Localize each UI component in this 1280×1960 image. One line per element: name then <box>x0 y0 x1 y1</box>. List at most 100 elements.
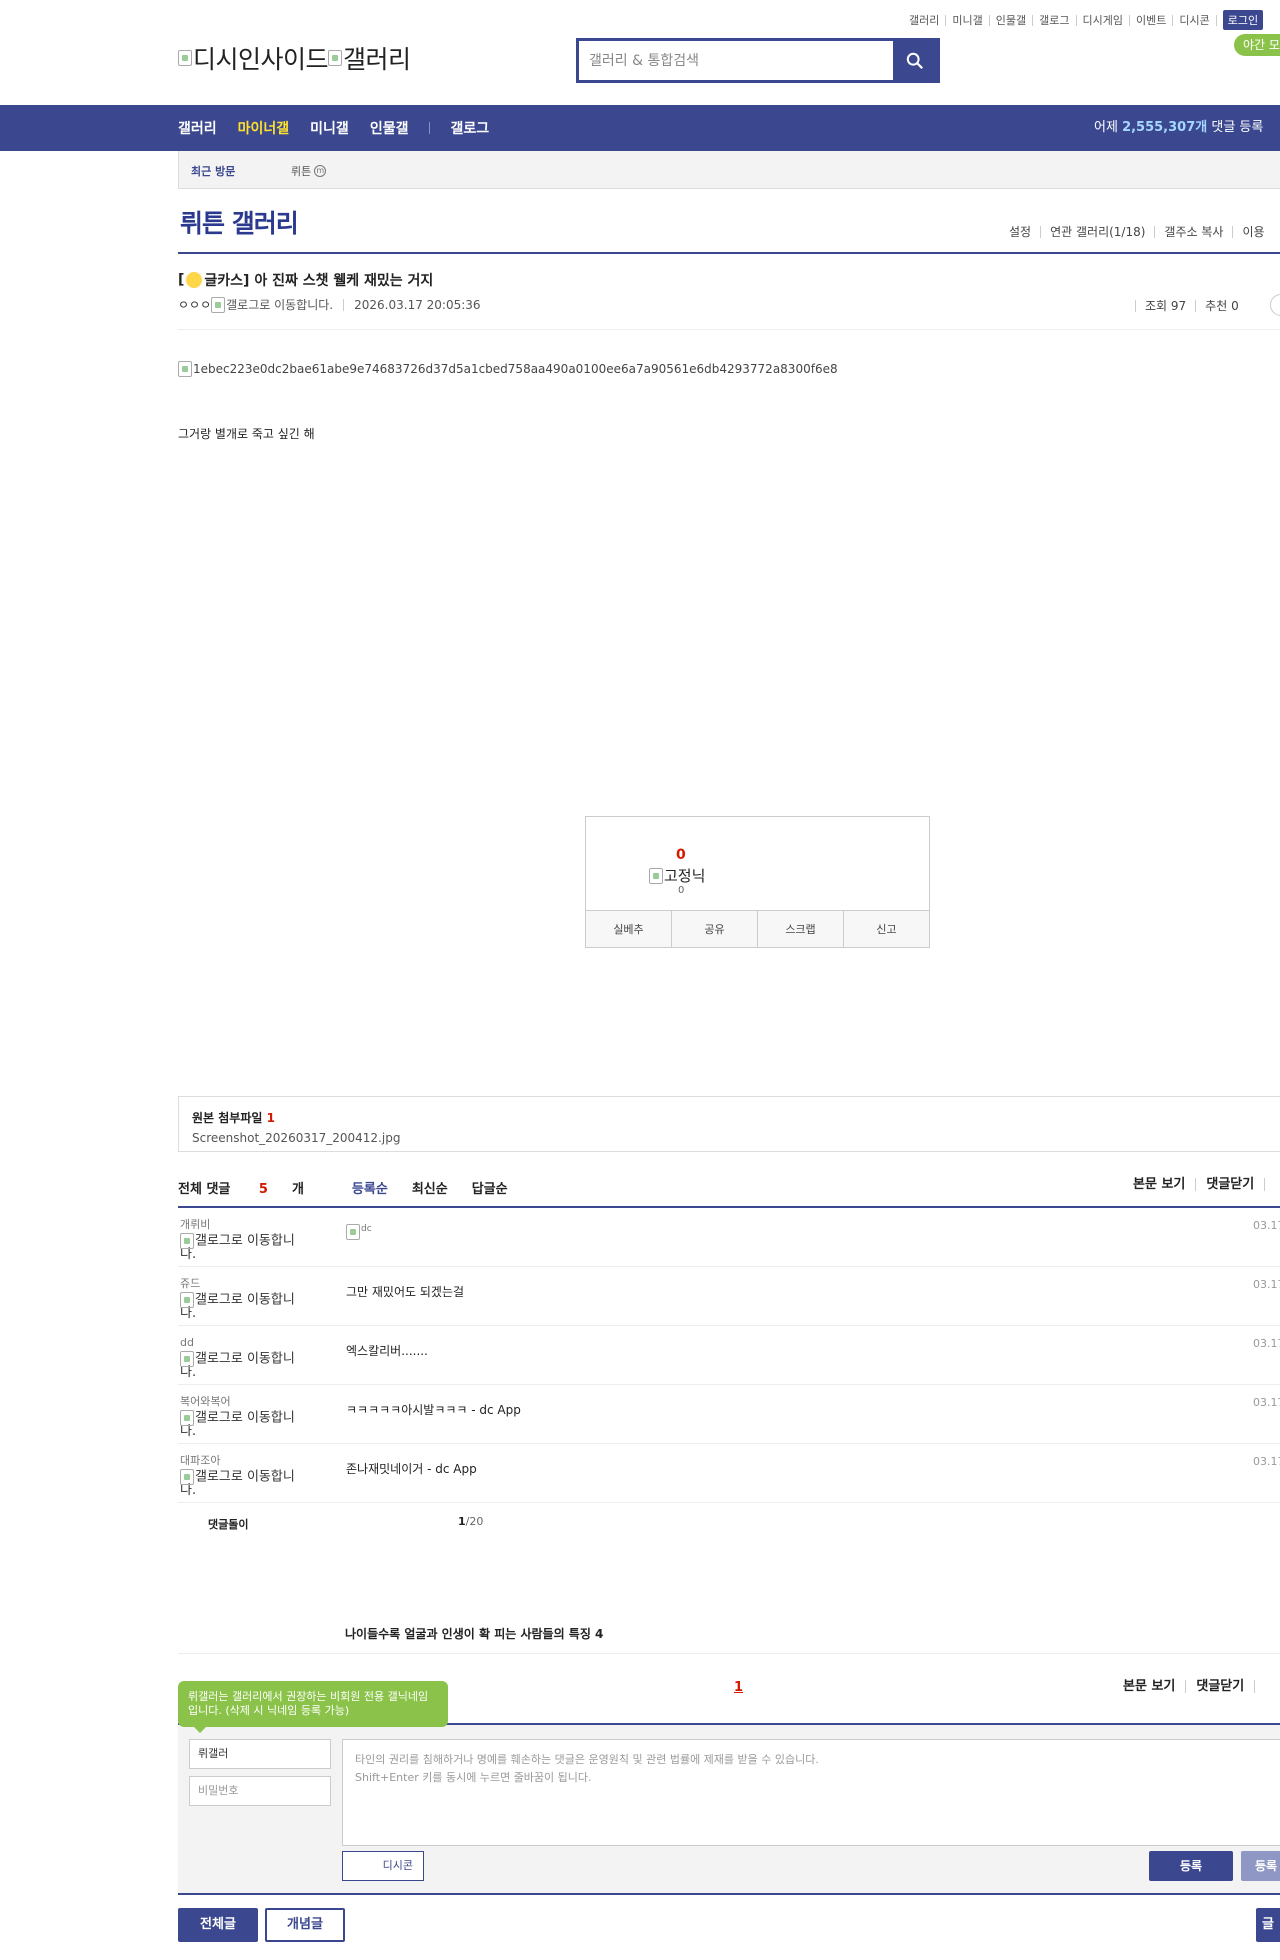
comment-nick[interactable]: 복어와복어 갤로그로 이동합니다. <box>180 1396 305 1438</box>
search-input[interactable] <box>579 41 893 80</box>
minor-badge-icon[interactable]: m <box>314 165 327 177</box>
post-body-text: 그거랑 별개로 죽고 싶긴 해 <box>178 427 315 441</box>
comment-gallog-link[interactable]: 갤로그로 이동합니다. <box>180 1469 305 1497</box>
comment-gallog-link[interactable]: 갤로그로 이동합니다. <box>180 1233 305 1261</box>
more-icon[interactable] <box>1270 294 1280 316</box>
nickname-field[interactable]: 뤼갤러 <box>189 1739 331 1769</box>
post-title-text: 글카스] 아 진짜 스챗 웰케 재밌는 거지 <box>204 273 434 289</box>
scrap-button[interactable]: 스크랩 <box>757 911 843 947</box>
attachment-file[interactable]: Screenshot_20260317_200412.jpg <box>192 1131 1274 1145</box>
comment-nick[interactable]: dd 갤로그로 이동합니다. <box>180 1337 305 1379</box>
submit-button[interactable]: 등록 <box>1149 1851 1233 1881</box>
post-image[interactable]: 1ebec223e0dc2bae61abe9e74683726d37d5a1cb… <box>178 361 838 377</box>
comment-nick[interactable]: 개뤼비 갤로그로 이동합니다. <box>180 1219 305 1261</box>
gallery-usage[interactable]: 이용 <box>1232 226 1273 238</box>
stat-count: 2,555,307개 <box>1122 120 1208 135</box>
recommend-count: 추천 0 <box>1195 300 1248 312</box>
top-link-dccon[interactable]: 디시콘 <box>1173 14 1217 26</box>
dccon-alt: dc <box>361 1224 372 1234</box>
copy-gallery-url[interactable]: 갤주소 복사 <box>1154 226 1232 238</box>
attachment-box: 원본 첨부파일 1 Screenshot_20260317_200412.jpg <box>178 1096 1280 1152</box>
logo-text-gallery: 갤러리 <box>343 45 411 74</box>
post-title-bracket: [ <box>178 272 185 288</box>
recent-visit-item[interactable]: 뤼튼 m <box>291 163 327 179</box>
comment-nick[interactable]: 쥬드 갤로그로 이동합니다. <box>180 1278 305 1320</box>
submit-recommend-button[interactable]: 등록 <box>1241 1851 1280 1881</box>
gallery-title[interactable]: 뤼튼 갤러리 <box>180 204 299 240</box>
top-link-dcgame[interactable]: 디시게임 <box>1077 14 1130 26</box>
broken-image-icon <box>211 296 226 313</box>
top-link-persongall[interactable]: 인물갤 <box>990 14 1034 26</box>
comment-nick-text: dd <box>180 1336 194 1349</box>
concept-posts-button[interactable]: 개념글 <box>265 1908 345 1942</box>
night-mode-button[interactable]: 야간 모 <box>1234 34 1280 56</box>
page-number[interactable]: 1 <box>734 1680 743 1695</box>
silbe-recommend-button[interactable]: 실베추 <box>586 911 671 947</box>
textarea-placeholder-line1: 타인의 권리를 침해하거나 명예를 훼손하는 댓글은 운영원칙 및 관련 법률에… <box>355 1753 819 1766</box>
post-image-alt: 1ebec223e0dc2bae61abe9e74683726d37d5a1cb… <box>193 362 838 376</box>
broken-image-icon <box>180 1351 194 1367</box>
nav-minorgall[interactable]: 마이너갤 <box>238 118 290 138</box>
refresh-icon[interactable] <box>1254 1680 1275 1693</box>
sort-latest[interactable]: 최신순 <box>412 1178 448 1197</box>
comment-page-current[interactable]: 1 <box>458 1515 466 1528</box>
password-field[interactable]: 비밀번호 <box>189 1776 331 1806</box>
report-button[interactable]: 신고 <box>843 911 929 947</box>
broken-image-icon <box>328 50 343 66</box>
login-button[interactable]: 로그인 <box>1222 10 1264 30</box>
comment-date: 03.17 <box>1253 1396 1280 1409</box>
top-link-minigall[interactable]: 미니갤 <box>946 14 990 26</box>
related-galleries[interactable]: 연관 갤러리(1/18) <box>1040 226 1154 238</box>
dccon-button[interactable]: 디시콘 <box>342 1851 424 1881</box>
nav-gallog[interactable]: 갤로그 <box>450 118 489 138</box>
view-post-button[interactable]: 본문 보기 <box>1123 1178 1195 1191</box>
all-posts-button[interactable]: 전체글 <box>178 1908 258 1942</box>
comment-row: 개뤼비갤로그로 이동합니다. dc 03.17 <box>178 1208 1280 1267</box>
gallog-text: 갤로그로 이동합니다. <box>180 1292 295 1321</box>
nav-persongall[interactable]: 인물갤 <box>370 118 409 138</box>
gallery-settings[interactable]: 설정 <box>1000 226 1040 238</box>
broken-image-icon <box>178 361 192 377</box>
top-link-gallog[interactable]: 갤로그 <box>1033 14 1077 26</box>
nav-minigall[interactable]: 미니갤 <box>310 118 349 138</box>
nav-gallery[interactable]: 갤러리 <box>178 118 217 138</box>
sort-registered[interactable]: 등록순 <box>352 1178 388 1197</box>
site-logo[interactable]: 디시인사이드 갤러리 <box>178 40 411 76</box>
refresh-icon[interactable] <box>1264 1178 1280 1191</box>
comment-write-box: 뤼갤러 비밀번호 타인의 권리를 침해하거나 명예를 훼손하는 댓글은 운영원칙… <box>178 1725 1280 1895</box>
comment-gallog-link[interactable]: 갤로그로 이동합니다. <box>180 1292 305 1320</box>
gallery-options: 설정 연관 갤러리(1/18) 갤주소 복사 이용 <box>1000 226 1274 238</box>
comment-gallog-link[interactable]: 갤로그로 이동합니다. <box>180 1351 305 1379</box>
close-comments-button[interactable]: 댓글닫기 <box>1195 1178 1264 1191</box>
author-nick[interactable]: ㅇㅇㅇ <box>178 296 211 313</box>
gallog-text: 갤로그로 이동합니다. <box>180 1410 295 1439</box>
comment-nick[interactable]: 대파조아 갤로그로 이동합니다. <box>180 1455 305 1497</box>
top-link-event[interactable]: 이벤트 <box>1130 14 1174 26</box>
comment-row: 대파조아갤로그로 이동합니다. 존나재밋네이거 - dc App 03.17 <box>178 1444 1280 1503</box>
gallog-text: 갤로그로 이동합니다. <box>180 1351 295 1380</box>
fixed-nick-label: 고정닉 <box>664 867 706 885</box>
close-comments-button[interactable]: 댓글닫기 <box>1185 1680 1254 1693</box>
write-post-button[interactable]: 글 <box>1256 1908 1280 1942</box>
comment-gallog-link[interactable]: 갤로그로 이동합니다. <box>180 1410 305 1438</box>
broken-image-icon <box>180 1469 194 1485</box>
bottom-buttons: 전체글 개념글 <box>178 1908 352 1942</box>
recent-visit-bar: 최근 방문 뤼튼 m <box>178 151 1280 189</box>
gallog-text: 갤로그로 이동합니다. <box>180 1469 295 1498</box>
sort-replies[interactable]: 답글순 <box>472 1178 508 1197</box>
fixed-nick-recommend[interactable]: 고정닉 <box>649 865 705 886</box>
comment-dolyi[interactable]: 댓글돌이 <box>208 1516 248 1532</box>
comment-date: 03.17 <box>1253 1278 1280 1291</box>
view-post-button[interactable]: 본문 보기 <box>1113 1680 1185 1693</box>
share-button[interactable]: 공유 <box>671 911 757 947</box>
top-link-gallery[interactable]: 갤러리 <box>903 14 947 26</box>
post-date: 2026.03.17 20:05:36 <box>343 298 481 311</box>
broken-image-icon <box>180 1233 194 1249</box>
comment-total-label: 전체 댓글 <box>178 1182 231 1197</box>
gallog-link[interactable]: 갤로그로 이동합니다. <box>226 296 333 313</box>
comment-textarea[interactable]: 타인의 권리를 침해하거나 명예를 훼손하는 댓글은 운영원칙 및 관련 법률에… <box>342 1739 1280 1846</box>
recent-visit-title[interactable]: 최근 방문 <box>191 163 235 179</box>
broken-image-icon <box>178 50 192 66</box>
search-button[interactable] <box>893 41 937 80</box>
related-post-link[interactable]: 나이들수록 얼굴과 인생이 확 피는 사람들의 특징 4 <box>345 1625 603 1642</box>
